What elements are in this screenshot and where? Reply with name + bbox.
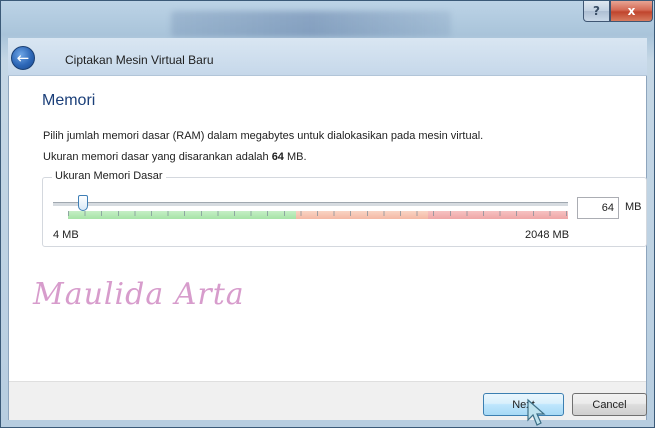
description-text: Pilih jumlah memori dasar (RAM) dalam me… — [43, 130, 484, 142]
back-arrow-icon[interactable]: ← — [11, 46, 35, 70]
watermark-text: Maulida Arta — [33, 277, 245, 312]
memory-group-label: Ukuran Memori Dasar — [52, 170, 166, 182]
slider-min-label: 4 MB — [53, 229, 79, 241]
slider-ticks — [68, 211, 568, 216]
close-button[interactable]: x — [610, 1, 653, 22]
recommendation-text: Ukuran memori dasar yang disarankan adal… — [43, 151, 307, 163]
blurred-background — [171, 11, 451, 37]
wizard-title: Ciptakan Mesin Virtual Baru — [65, 53, 214, 67]
slider-max-label: 2048 MB — [525, 229, 570, 241]
memory-slider-track[interactable] — [53, 202, 568, 207]
memory-slider-thumb[interactable] — [78, 195, 88, 211]
help-button[interactable]: ? — [583, 1, 610, 22]
recommendation-suffix: MB. — [283, 151, 307, 163]
recommendation-prefix: Ukuran memori dasar yang disarankan adal… — [43, 151, 272, 163]
title-bar[interactable] — [1, 1, 654, 39]
recommended-value: 64 — [271, 151, 284, 163]
cancel-button[interactable]: Cancel — [572, 393, 647, 416]
memory-unit-label: MB — [625, 201, 642, 213]
memory-size-input[interactable]: 64 — [577, 197, 619, 219]
page-heading: Memori — [42, 92, 96, 109]
mouse-pointer-icon — [527, 398, 546, 426]
